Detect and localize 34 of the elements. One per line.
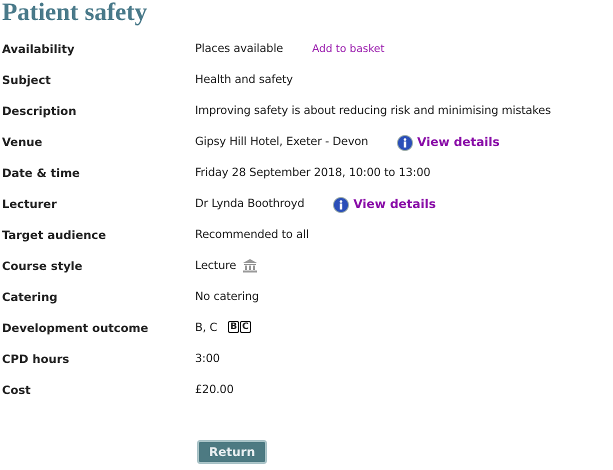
field-label: Target audience [2, 228, 108, 244]
building-icon [242, 259, 258, 273]
field-value: Dr Lynda Boothroyd [195, 197, 304, 210]
field-label: Description [2, 104, 78, 120]
field-value: Lecture [195, 259, 236, 272]
return-button[interactable]: Return [197, 440, 268, 464]
field-label: Cost [2, 383, 32, 399]
field-value: Places available [195, 42, 284, 55]
field-label: Availability [2, 42, 76, 58]
field-label: Venue [2, 135, 44, 151]
field-value: No catering [195, 290, 259, 303]
field-value: Friday 28 September 2018, 10:00 to 13:00 [195, 166, 430, 179]
field-value: 3:00 [195, 352, 220, 365]
field-label: Date & time [2, 166, 81, 182]
field-label: Course style [2, 259, 84, 275]
field-value: Improving safety is about reducing risk and minimising mistakes [195, 104, 551, 117]
field-value: £20.00 [195, 383, 234, 396]
field-value: Gipsy Hill Hotel, Exeter - Devon [195, 135, 368, 148]
view-details-link[interactable]: View details [353, 197, 436, 211]
field-value: B, C [195, 321, 218, 334]
field-label: CPD hours [2, 352, 70, 368]
field-label: Catering [2, 290, 59, 306]
view-details-link[interactable]: View details [417, 135, 500, 149]
field-label: Development outcome [2, 321, 150, 337]
outcome-badge: B [228, 321, 240, 333]
info-icon [397, 135, 414, 151]
outcome-badge: C [240, 321, 251, 333]
page-title: Patient safety [2, 0, 148, 26]
add-to-basket-link[interactable]: Add to basket [312, 43, 385, 55]
field-value: Health and safety [195, 73, 293, 86]
info-icon [333, 197, 350, 213]
field-value: Recommended to all [195, 228, 309, 241]
field-label: Subject [2, 73, 52, 89]
field-label: Lecturer [2, 197, 58, 213]
